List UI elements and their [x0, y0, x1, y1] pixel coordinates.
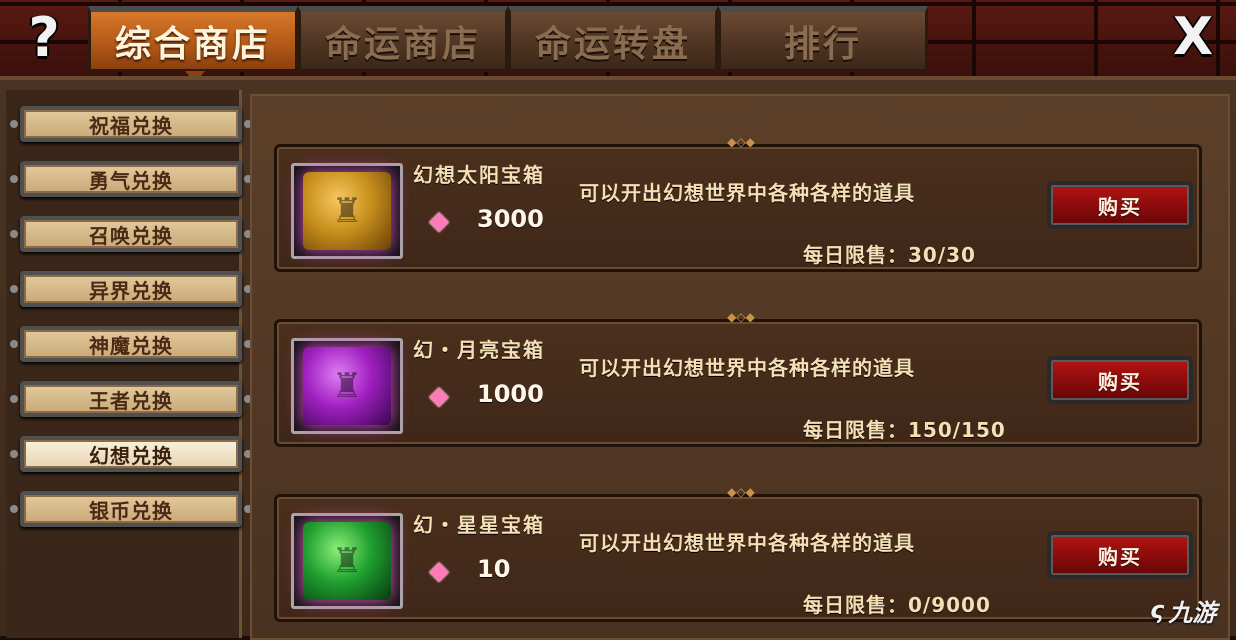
sidebar-item-silver[interactable]: 银币兑换 — [10, 491, 252, 527]
item-description: 可以开出幻想世界中各种各样的道具 — [579, 356, 915, 380]
tab-fate-shop[interactable]: 命运商店 — [298, 6, 508, 72]
tab-ranking[interactable]: 排行 — [718, 6, 928, 72]
item-price: 3000 — [477, 205, 544, 233]
buy-button[interactable]: 购买 — [1047, 531, 1193, 579]
item-description: 可以开出幻想世界中各种各样的道具 — [579, 531, 915, 555]
sidebar-item-blessing[interactable]: 祝福兑换 — [10, 106, 252, 142]
item-price: 10 — [477, 555, 511, 583]
item-name: 幻・星星宝箱 — [413, 513, 545, 537]
shop-tabs: 综合商店 命运商店 命运转盘 排行 — [88, 6, 928, 83]
gem-currency-icon: ◆ — [429, 381, 449, 411]
daily-limit: 每日限售：150/150 — [803, 418, 1006, 442]
daily-limit: 每日限售：30/30 — [803, 243, 976, 267]
sidebar-item-summon[interactable]: 召唤兑换 — [10, 216, 252, 252]
shop-panel: 祝福兑换 勇气兑换 召唤兑换 异界兑换 神魔兑换 王者兑换 幻想兑换 银币兑换 … — [0, 76, 1236, 640]
watermark: ς 九游 — [1150, 588, 1236, 632]
shop-item-card: ◆◇◆ ♜ 幻・星星宝箱 ◆ 10 可以开出幻想世界中各种各样的道具 每日限售：… — [274, 485, 1202, 622]
tab-fate-wheel[interactable]: 命运转盘 — [508, 6, 718, 72]
ornament-icon: ◆◇◆ — [727, 135, 755, 149]
watermark-text: 九游 — [1168, 598, 1217, 627]
moon-chest-icon: ♜ — [303, 347, 391, 425]
item-price: 1000 — [477, 380, 544, 408]
item-description: 可以开出幻想世界中各种各样的道具 — [579, 181, 915, 205]
buy-button[interactable]: 购买 — [1047, 356, 1193, 404]
sidebar-item-king[interactable]: 王者兑换 — [10, 381, 252, 417]
item-name: 幻・月亮宝箱 — [413, 338, 545, 362]
sidebar-item-god-demon[interactable]: 神魔兑换 — [10, 326, 252, 362]
close-icon[interactable]: X — [1166, 10, 1220, 64]
top-bar: ? 综合商店 命运商店 命运转盘 排行 X — [0, 0, 1236, 83]
sidebar-item-fantasy[interactable]: 幻想兑换 — [10, 436, 252, 472]
swirl-logo-icon: ς — [1150, 596, 1165, 624]
help-icon[interactable]: ? — [18, 8, 70, 68]
tab-general-shop[interactable]: 综合商店 — [88, 6, 298, 83]
daily-limit: 每日限售：0/9000 — [803, 593, 991, 617]
sun-chest-icon: ♜ — [303, 172, 391, 250]
ornament-icon: ◆◇◆ — [727, 310, 755, 324]
gem-currency-icon: ◆ — [429, 556, 449, 586]
star-chest-icon: ♜ — [303, 522, 391, 600]
shop-item-card: ◆◇◆ ♜ 幻・月亮宝箱 ◆ 1000 可以开出幻想世界中各种各样的道具 每日限… — [274, 310, 1202, 447]
gem-currency-icon: ◆ — [429, 206, 449, 236]
sidebar-item-courage[interactable]: 勇气兑换 — [10, 161, 252, 197]
item-list: ◆◇◆ ♜ 幻想太阳宝箱 ◆ 3000 可以开出幻想世界中各种各样的道具 每日限… — [250, 94, 1230, 640]
exchange-sidebar: 祝福兑换 勇气兑换 召唤兑换 异界兑换 神魔兑换 王者兑换 幻想兑换 银币兑换 — [6, 90, 252, 638]
buy-button[interactable]: 购买 — [1047, 181, 1193, 229]
sidebar-item-otherworld[interactable]: 异界兑换 — [10, 271, 252, 307]
item-thumbnail: ♜ — [291, 513, 403, 609]
item-thumbnail: ♜ — [291, 338, 403, 434]
item-thumbnail: ♜ — [291, 163, 403, 259]
shop-item-card: ◆◇◆ ♜ 幻想太阳宝箱 ◆ 3000 可以开出幻想世界中各种各样的道具 每日限… — [274, 135, 1202, 272]
item-name: 幻想太阳宝箱 — [413, 163, 545, 187]
ornament-icon: ◆◇◆ — [727, 485, 755, 499]
